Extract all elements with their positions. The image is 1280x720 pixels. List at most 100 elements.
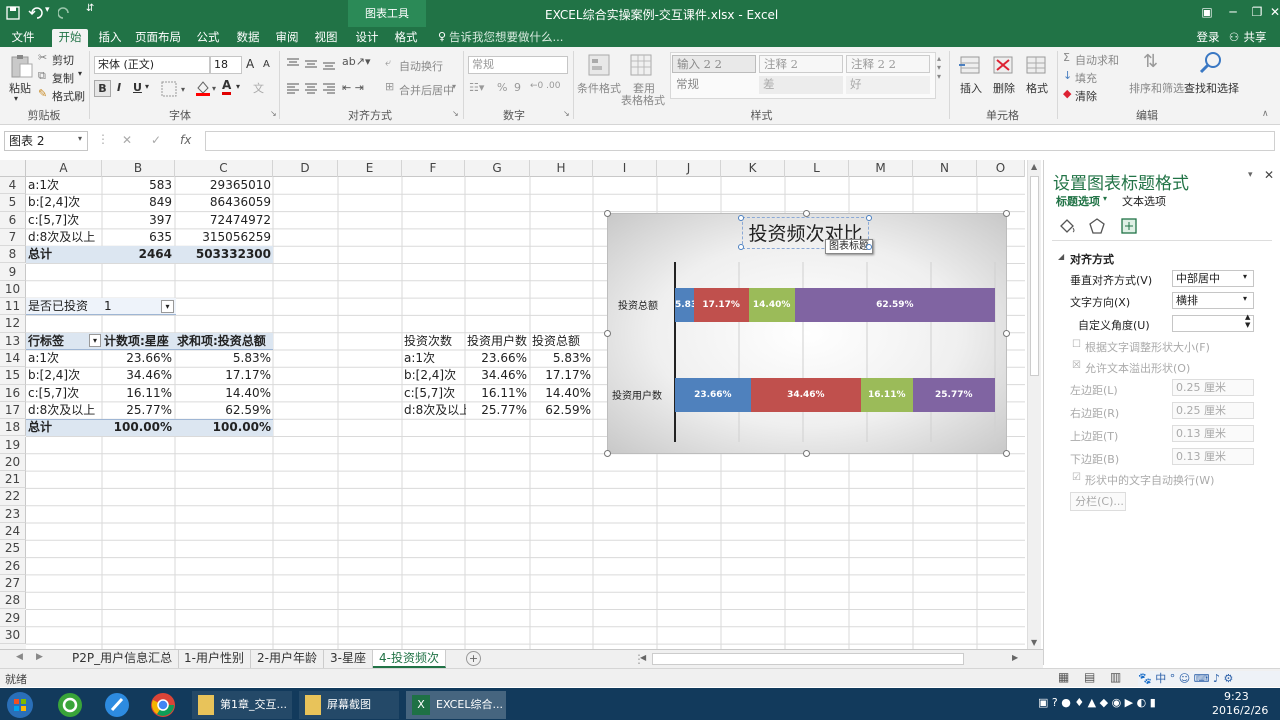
ribbon-display-icon[interactable]: ▣ xyxy=(1194,0,1220,24)
formula-input[interactable] xyxy=(205,131,1275,151)
taskbar-item[interactable]: 屏幕截图 xyxy=(299,691,399,719)
cell[interactable]: c:[5,7]次 xyxy=(28,212,79,229)
cell[interactable]: 投资总额 xyxy=(532,333,594,350)
row-header[interactable]: 30 xyxy=(0,626,26,645)
column-header[interactable]: O xyxy=(977,160,1025,177)
style-input-2-2[interactable]: 输入 2 2 xyxy=(672,55,756,73)
sheet-tab-active[interactable]: 4-投资频次 xyxy=(373,650,446,668)
undo-icon[interactable] xyxy=(28,6,44,20)
filter-label[interactable]: 是否已投资 xyxy=(28,298,88,315)
custom-angle-input[interactable] xyxy=(1172,315,1254,332)
tab-view[interactable]: 视图 xyxy=(310,29,342,47)
title-handle[interactable] xyxy=(866,215,872,221)
cell[interactable]: 总计 xyxy=(28,246,52,263)
cell[interactable]: 投资用户数 xyxy=(467,333,531,350)
tab-review[interactable]: 审阅 xyxy=(271,29,303,47)
column-header[interactable]: E xyxy=(338,160,402,177)
cell[interactable]: 100.00% xyxy=(175,419,271,436)
cell[interactable]: b:[2,4]次 xyxy=(28,194,80,211)
vertical-scrollbar[interactable]: ▲ ▼ xyxy=(1027,160,1041,649)
ime-toolbar[interactable]: 🐾 中 ° ☺ ⌨ ♪ ⚙ xyxy=(1138,671,1280,686)
cell[interactable]: 14.40% xyxy=(175,385,271,402)
italic-button[interactable]: I xyxy=(117,81,121,94)
cell[interactable]: 100.00% xyxy=(102,419,172,436)
row-header[interactable]: 17 xyxy=(0,401,26,420)
pane-tab-text-options[interactable]: 文本选项 xyxy=(1122,193,1166,209)
format-painter-button[interactable]: 格式刷 xyxy=(52,88,85,104)
format-cells-icon[interactable] xyxy=(1023,52,1049,78)
chart-bar[interactable]: 5.83% xyxy=(675,288,694,322)
insert-function-button[interactable]: fx xyxy=(180,133,191,147)
row-header[interactable]: 26 xyxy=(0,557,26,575)
close-icon[interactable]: ✕ xyxy=(1262,0,1280,24)
row-header[interactable]: 9 xyxy=(0,263,26,281)
font-name-select[interactable]: 宋体 (正文) xyxy=(94,56,210,74)
chart-object[interactable]: 投资频次对比 图表标题 5.83%17.17%14.40%62.59%23.66… xyxy=(604,210,1010,457)
find-select-button[interactable]: 查找和选择 xyxy=(1184,80,1239,96)
page-break-view-icon[interactable]: ▥ xyxy=(1110,670,1121,684)
resize-handle[interactable] xyxy=(604,330,611,337)
cell[interactable]: 25.77% xyxy=(102,402,172,419)
row-header[interactable]: 18 xyxy=(0,419,26,437)
row-header[interactable]: 8 xyxy=(0,246,26,264)
resize-handle[interactable] xyxy=(1003,330,1010,337)
row-header[interactable]: 21 xyxy=(0,471,26,489)
chrome-icon[interactable] xyxy=(150,692,176,718)
chart-bar[interactable]: 34.46% xyxy=(750,378,861,412)
number-format-select[interactable]: 常规 xyxy=(468,56,568,74)
column-header[interactable]: I xyxy=(593,160,657,177)
delete-cells-icon[interactable] xyxy=(990,52,1016,78)
cell[interactable]: 17.17% xyxy=(532,367,591,384)
row-header[interactable]: 19 xyxy=(0,436,26,454)
right-margin-input[interactable]: 0.25 厘米 xyxy=(1172,402,1254,419)
vertical-align-icons[interactable] xyxy=(285,57,337,71)
select-all-corner[interactable] xyxy=(0,160,26,177)
cell[interactable]: 62.59% xyxy=(532,402,591,419)
minimize-icon[interactable]: ─ xyxy=(1220,0,1246,24)
vertical-align-dropdown-icon[interactable]: ▾ xyxy=(1243,272,1247,281)
start-button-icon[interactable] xyxy=(6,691,34,719)
format-cells-button[interactable]: 格式 xyxy=(1026,80,1048,96)
fill-color-icon[interactable]: ▾ xyxy=(194,79,218,97)
cancel-icon[interactable]: ✕ xyxy=(122,133,132,147)
cell[interactable]: d:8次及以上 xyxy=(404,402,466,419)
style-note-2-2[interactable]: 注释 2 2 xyxy=(846,55,930,73)
column-header[interactable]: A xyxy=(26,160,102,177)
new-sheet-icon[interactable]: + xyxy=(466,651,481,666)
cell[interactable]: 23.66% xyxy=(467,350,527,367)
fill-line-icon[interactable] xyxy=(1058,217,1076,235)
section-collapse-icon[interactable]: ◢ xyxy=(1058,252,1064,261)
column-header[interactable]: C xyxy=(175,160,273,177)
comma-button[interactable]: 9 xyxy=(514,81,521,94)
filter-dropdown-icon[interactable]: ▾ xyxy=(161,300,174,313)
redo-icon[interactable] xyxy=(58,6,72,20)
text-direction-select[interactable]: 横排 xyxy=(1172,292,1254,309)
title-handle[interactable] xyxy=(738,244,744,250)
row-header[interactable]: 27 xyxy=(0,574,26,593)
cell[interactable]: a:1次 xyxy=(404,350,466,367)
cell[interactable]: 62.59% xyxy=(175,402,271,419)
cell[interactable]: b:[2,4]次 xyxy=(404,367,466,384)
row-header[interactable]: 13 xyxy=(0,332,26,350)
delete-cells-button[interactable]: 删除 xyxy=(993,80,1015,96)
row-header[interactable]: 22 xyxy=(0,488,26,506)
cell[interactable]: a:1次 xyxy=(28,350,59,367)
section-header[interactable]: 对齐方式 xyxy=(1070,251,1114,267)
clear-button[interactable]: 清除 xyxy=(1075,88,1097,104)
column-header[interactable]: H xyxy=(530,160,593,177)
chart-bar[interactable]: 23.66% xyxy=(675,378,751,412)
share-button[interactable]: 共享 xyxy=(1241,29,1269,47)
column-header[interactable]: N xyxy=(913,160,977,177)
tab-format[interactable]: 格式 xyxy=(390,29,422,47)
cell[interactable]: 72474972 xyxy=(175,212,271,229)
currency-icon[interactable]: ☷▾ xyxy=(469,81,484,94)
pane-close-icon[interactable]: ✕ xyxy=(1264,168,1274,182)
cell[interactable]: d:8次及以上 xyxy=(28,229,95,246)
underline-dropdown-icon[interactable]: ▾ xyxy=(145,82,149,91)
feather-app-icon[interactable] xyxy=(104,692,130,718)
cell[interactable]: 34.46% xyxy=(102,367,172,384)
vertical-align-select[interactable]: 中部居中 xyxy=(1172,270,1254,287)
row-header[interactable]: 11 xyxy=(0,298,26,316)
row-header[interactable]: 20 xyxy=(0,453,26,472)
format-as-table-label-2[interactable]: 表格格式 xyxy=(621,92,665,108)
